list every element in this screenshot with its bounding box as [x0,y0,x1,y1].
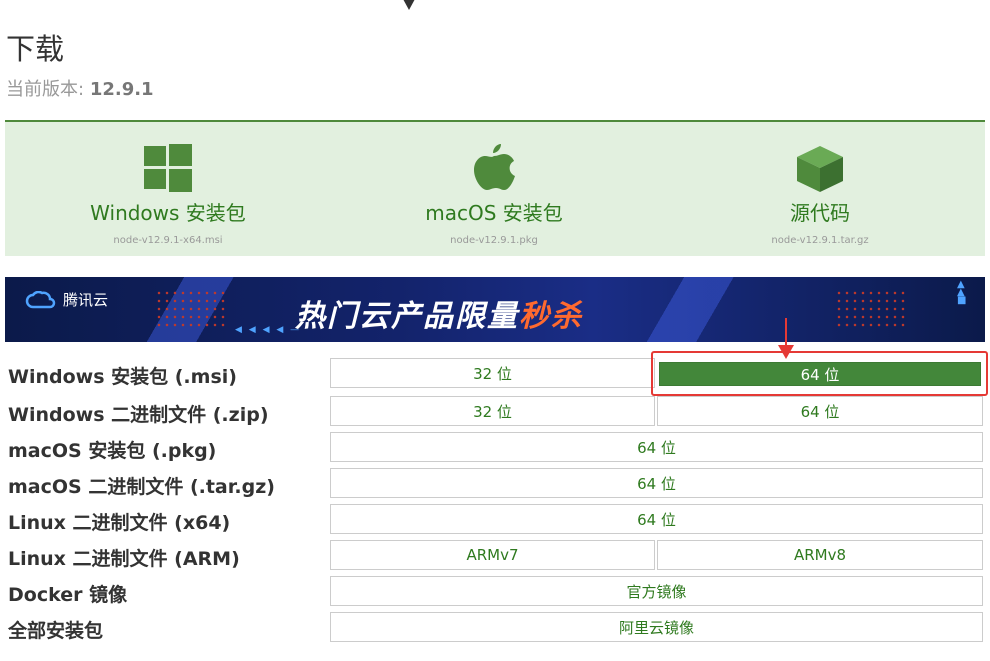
download-link[interactable]: ARMv8 [657,540,983,570]
row-label: Docker 镜像 [8,584,128,606]
table-row: macOS 安装包 (.pkg) 64 位 [0,432,990,464]
banner-dots [155,289,225,329]
banner-arrows: ◀ ◀ ◀ ◀ — [235,325,302,335]
table-row: macOS 二进制文件 (.tar.gz) 64 位 [0,468,990,500]
windows-icon [144,144,192,196]
download-link[interactable]: 阿里云镜像 [330,612,983,642]
current-version: 当前版本: 12.9.1 [6,75,154,101]
headline-main: 热门云产品限量 [295,299,519,334]
download-macos-file: node-v12.9.1.pkg [450,235,538,246]
brand-name: 腾讯云 [63,291,109,309]
download-link[interactable]: 64 位 [657,396,983,426]
download-panel: Windows 安装包 node-v12.9.1-x64.msi macOS 安… [5,120,985,256]
banner-dots [835,289,905,329]
banner-stripe [625,277,785,342]
page-title: 下载 [6,32,65,66]
download-windows[interactable]: Windows 安装包 node-v12.9.1-x64.msi [5,122,331,256]
row-label: macOS 安装包 (.pkg) [8,440,217,462]
annotation-arrow [785,318,787,348]
cube-icon [795,144,845,198]
table-row: Windows 二进制文件 (.zip) 32 位 64 位 [0,396,990,428]
download-link[interactable]: 32 位 [330,396,655,426]
download-link[interactable]: 64 位 [330,504,983,534]
annotation-highlight-box [651,351,988,396]
row-label: macOS 二进制文件 (.tar.gz) [8,476,275,498]
download-link[interactable]: ARMv7 [330,540,655,570]
download-link[interactable]: 官方镜像 [330,576,983,606]
caret-down-icon [397,0,421,10]
download-windows-file: node-v12.9.1-x64.msi [113,235,223,246]
table-row: Linux 二进制文件 (ARM) ARMv7 ARMv8 [0,540,990,572]
row-label: Windows 安装包 (.msi) [8,366,237,388]
download-source[interactable]: 源代码 node-v12.9.1.tar.gz [657,122,983,256]
download-link[interactable]: 32 位 [330,358,655,388]
download-macos-label: macOS 安装包 [425,201,563,225]
table-row: Docker 镜像 官方镜像 [0,576,990,608]
row-label: Windows 二进制文件 (.zip) [8,404,269,426]
cloud-icon [25,290,56,308]
banner-side-marks: ▲ ▲ ■ [957,279,967,306]
table-row: 全部安装包 阿里云镜像 [0,612,990,644]
headline-hot: 秒杀 [519,299,583,334]
banner-headline: 热门云产品限量秒杀 [295,291,583,335]
tencent-cloud-logo: 腾讯云 [25,289,108,310]
download-link[interactable]: 64 位 [330,432,983,462]
promo-banner[interactable]: 腾讯云 ◀ ◀ ◀ ◀ — 热门云产品限量秒杀 ▲ ▲ ■ [5,277,985,342]
download-source-label: 源代码 [790,201,850,225]
download-source-file: node-v12.9.1.tar.gz [771,235,869,246]
download-page: 下载 当前版本: 12.9.1 Windows 安装包 node-v12.9.1… [0,0,990,661]
download-macos[interactable]: macOS 安装包 node-v12.9.1.pkg [331,122,657,256]
version-value: 12.9.1 [89,79,154,100]
version-label: 当前版本: [6,79,85,100]
apple-icon [472,144,516,196]
row-label: Linux 二进制文件 (ARM) [8,548,240,570]
table-row: Linux 二进制文件 (x64) 64 位 [0,504,990,536]
row-label: 全部安装包 [8,620,104,642]
download-windows-label: Windows 安装包 [90,201,246,225]
row-label: Linux 二进制文件 (x64) [8,512,231,534]
download-link[interactable]: 64 位 [330,468,983,498]
